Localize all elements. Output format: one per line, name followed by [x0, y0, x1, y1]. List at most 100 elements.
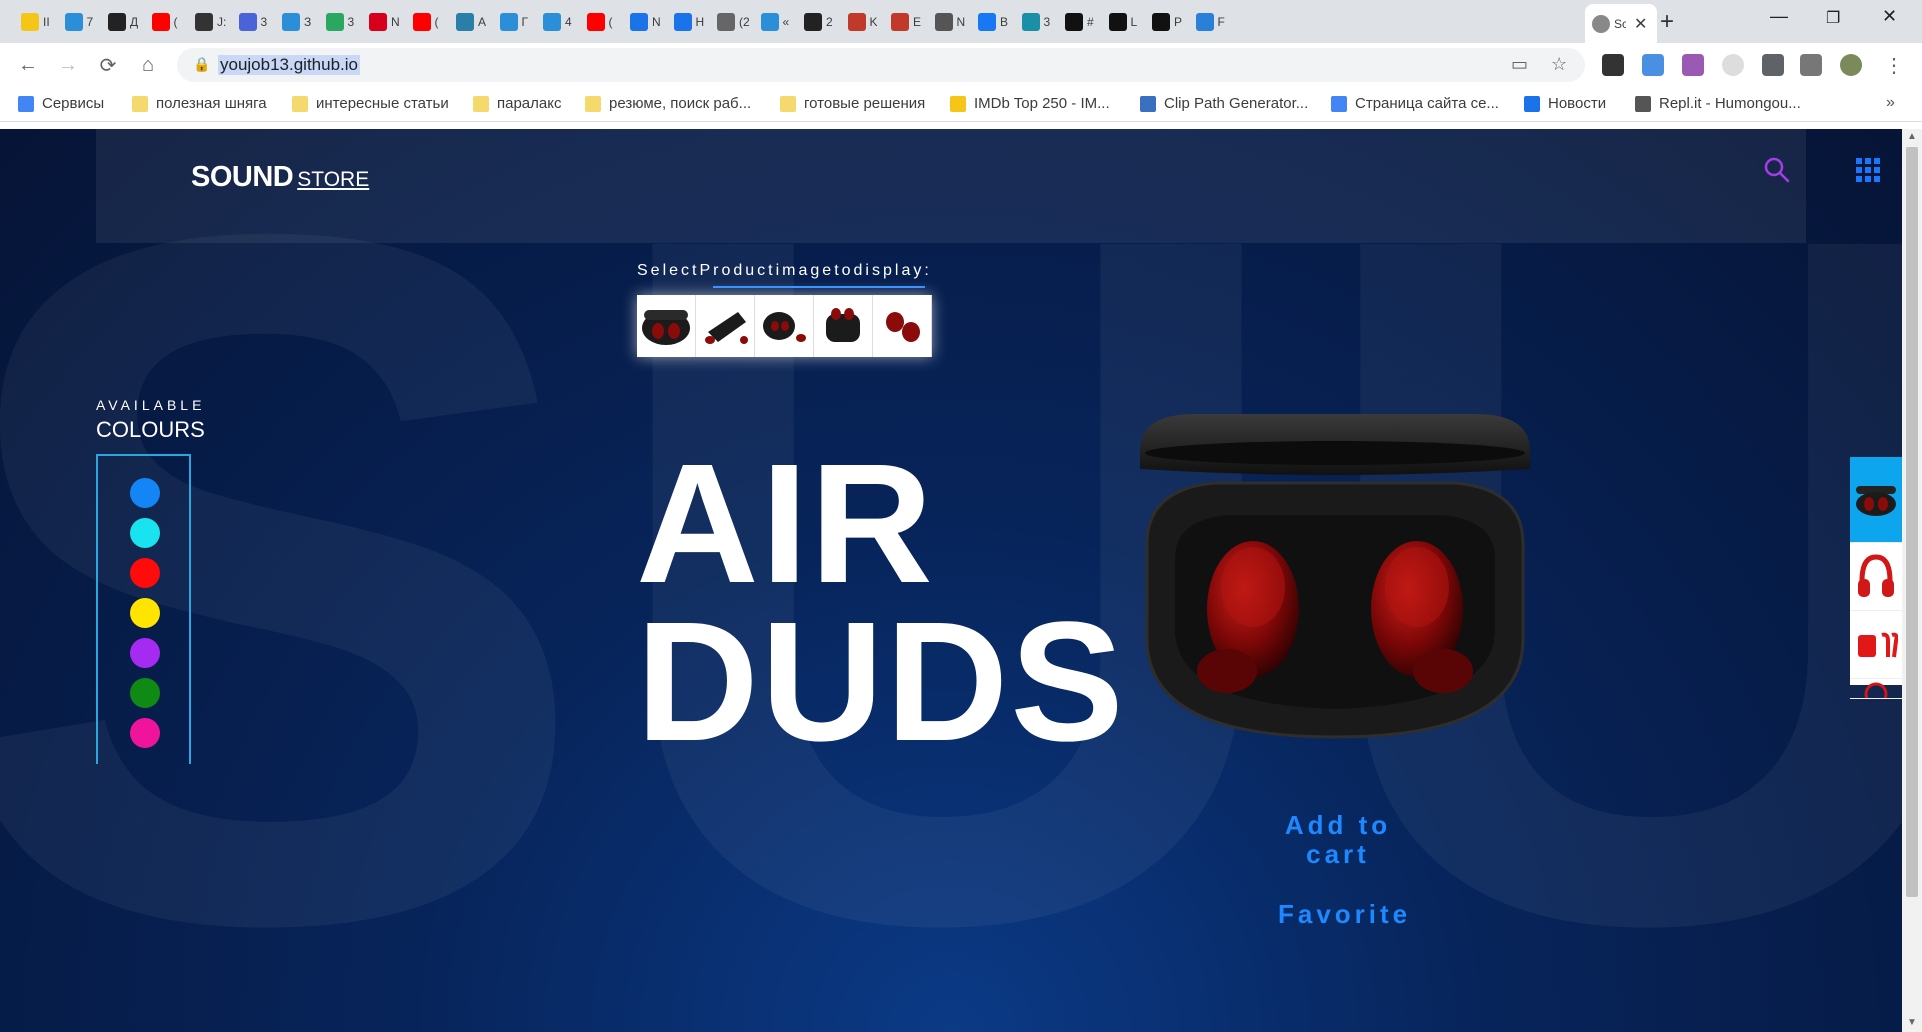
browser-tab[interactable]: « — [754, 8, 795, 36]
codepen-icon — [1152, 13, 1170, 31]
menu-kebab-icon[interactable]: ⋮ — [1878, 49, 1910, 81]
colour-swatch-green[interactable] — [130, 678, 160, 708]
colour-swatch-red[interactable] — [130, 558, 160, 588]
bookmark-item[interactable]: паралакс — [473, 95, 561, 112]
browser-tab[interactable]: H — [667, 8, 708, 36]
browser-tab[interactable]: 3 — [319, 8, 360, 36]
scroll-down-arrow-icon[interactable]: ▼ — [1907, 1017, 1917, 1028]
scroll-up-arrow-icon[interactable]: ▲ — [1907, 131, 1917, 142]
hh-icon — [369, 13, 387, 31]
product-thumbnail[interactable] — [696, 295, 755, 357]
minimize-button[interactable]: — — [1770, 6, 1788, 27]
product-side-carousel — [1850, 457, 1902, 699]
bookmark-item[interactable]: готовые решения — [780, 95, 925, 112]
reload-button[interactable]: ⟳ — [92, 49, 124, 81]
browser-tab[interactable]: N — [623, 8, 664, 36]
site-logo[interactable]: SOUND STORE — [191, 161, 369, 194]
browser-tab[interactable]: P — [1145, 8, 1186, 36]
browser-tab[interactable]: E — [884, 8, 925, 36]
lock-icon: 🔒 — [193, 56, 211, 72]
browser-tab[interactable]: F — [1189, 8, 1230, 36]
tab-title: 7 — [86, 15, 94, 29]
side-product-airpods[interactable] — [1850, 611, 1902, 679]
page-scrollbar[interactable]: ▲ ▼ — [1902, 129, 1922, 1032]
browser-tab[interactable]: N — [928, 8, 969, 36]
browser-tab[interactable]: ( — [145, 8, 186, 36]
tab-title: ( — [434, 15, 439, 29]
url-text[interactable]: youjob13.github.io — [218, 55, 361, 75]
search-icon[interactable] — [1763, 156, 1791, 184]
tab-close-icon[interactable]: ✕ — [1634, 14, 1647, 34]
colour-swatch-blue[interactable] — [130, 478, 160, 508]
side-product-earbuds[interactable] — [1850, 457, 1902, 543]
colour-swatch-purple[interactable] — [130, 638, 160, 668]
extension-v-icon[interactable] — [1642, 54, 1664, 76]
profile-avatar[interactable] — [1840, 54, 1862, 76]
bookmark-label: IMDb Top 250 - IM... — [974, 95, 1110, 112]
bookmark-item[interactable]: Clip Path Generator... — [1140, 95, 1308, 112]
browser-tab[interactable]: II — [14, 8, 55, 36]
forward-button[interactable]: → — [52, 49, 84, 81]
bookmark-item[interactable]: интересные статьи — [292, 95, 449, 112]
address-bar[interactable]: 🔒 youjob13.github.io ▭ ☆ — [177, 48, 1585, 82]
folder-icon — [585, 95, 601, 112]
browser-tab[interactable]: 7 — [58, 8, 99, 36]
browser-tab-active[interactable]: Sc ✕ — [1585, 4, 1657, 43]
extension-color-icon[interactable] — [1682, 54, 1704, 76]
browser-tab[interactable]: B — [971, 8, 1012, 36]
product-thumbnail[interactable] — [814, 295, 873, 357]
bookmark-item[interactable]: Новости — [1524, 95, 1606, 112]
browser-tab[interactable]: A — [449, 8, 490, 36]
bookmark-item[interactable]: резюме, поиск раб... — [585, 95, 751, 112]
bookmark-item[interactable]: Страница сайта се... — [1331, 95, 1499, 112]
browser-tab[interactable]: 4 — [536, 8, 577, 36]
close-window-button[interactable]: ✕ — [1882, 6, 1897, 27]
browser-tab[interactable]: ( — [406, 8, 447, 36]
add-to-cart-button[interactable]: Add to cart — [1258, 811, 1418, 869]
media-control-icon[interactable] — [1800, 54, 1822, 76]
browser-tab[interactable]: 3 — [232, 8, 273, 36]
browser-tab[interactable]: Д — [101, 8, 142, 36]
browser-tab[interactable]: 3 — [1015, 8, 1056, 36]
browser-tab[interactable]: K — [841, 8, 882, 36]
bookmark-item[interactable]: полезная шняга — [132, 95, 267, 112]
colours-label: COLOURS — [96, 417, 205, 442]
extensions-puzzle-icon[interactable] — [1762, 54, 1784, 76]
browser-tab[interactable]: Г — [493, 8, 534, 36]
tab-title: 3 — [347, 15, 355, 29]
product-thumbnail[interactable] — [873, 295, 932, 357]
browser-tab[interactable]: J: — [188, 8, 229, 36]
cast-icon[interactable]: ▭ — [1511, 54, 1528, 75]
colour-swatch-cyan[interactable] — [130, 518, 160, 548]
bookmark-item[interactable]: Repl.it - Humongou... — [1635, 95, 1801, 112]
side-product-partial[interactable] — [1850, 679, 1902, 699]
browser-tab[interactable]: N — [362, 8, 403, 36]
browser-tab[interactable]: 2 — [797, 8, 838, 36]
bookmark-item[interactable]: Сервисы — [18, 95, 104, 112]
new-tab-button[interactable]: + — [1660, 8, 1674, 36]
product-thumbnail[interactable] — [637, 295, 696, 357]
browser-tab[interactable]: З — [275, 8, 316, 36]
product-thumbnail[interactable] — [755, 295, 814, 357]
restore-button[interactable]: ❐ — [1826, 8, 1840, 28]
app-icon — [1021, 13, 1040, 31]
scrollbar-thumb[interactable] — [1906, 147, 1918, 897]
more-bookmarks-icon[interactable]: » — [1886, 94, 1895, 112]
browser-tab[interactable]: # — [1058, 8, 1099, 36]
tab-title: 3 — [1043, 15, 1051, 29]
extension-cube-icon[interactable] — [1602, 54, 1624, 76]
bookmark-star-icon[interactable]: ☆ — [1551, 54, 1567, 75]
browser-tab[interactable]: ( — [580, 8, 621, 36]
side-product-headphones[interactable] — [1850, 543, 1902, 611]
colour-swatch-yellow[interactable] — [130, 598, 160, 628]
favorite-button[interactable]: Favorite — [1278, 899, 1411, 930]
browser-tab[interactable]: L — [1102, 8, 1143, 36]
extension-circle-icon[interactable] — [1722, 54, 1744, 76]
back-button[interactable]: ← — [12, 49, 44, 81]
grid-menu-icon[interactable] — [1856, 158, 1880, 182]
home-button[interactable]: ⌂ — [132, 49, 164, 81]
browser-tab[interactable]: (2 — [710, 8, 751, 36]
bookmark-item[interactable]: IMDb Top 250 - IM... — [950, 95, 1110, 112]
loader-icon — [673, 13, 692, 31]
colour-swatch-pink[interactable] — [130, 718, 160, 748]
